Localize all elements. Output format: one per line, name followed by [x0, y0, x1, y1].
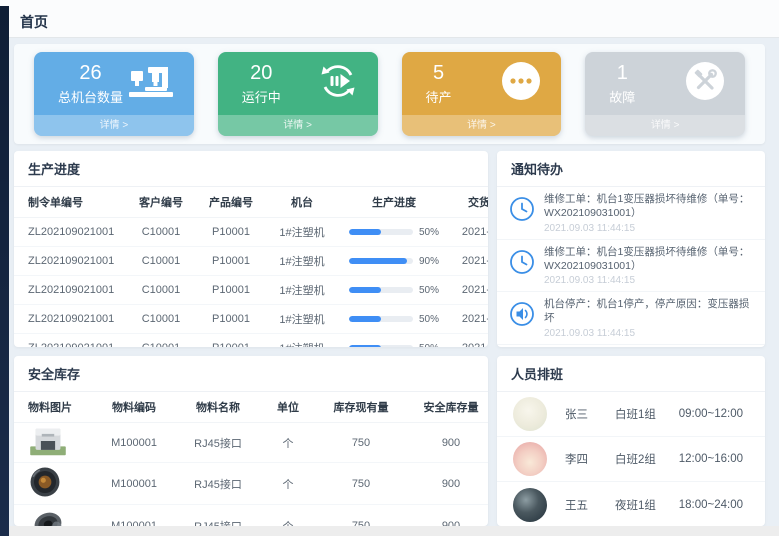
- sidebar-edge-strip: [0, 6, 9, 536]
- tab-home[interactable]: 首页: [20, 12, 48, 32]
- progress-bar: 50%: [341, 285, 447, 296]
- notice-item[interactable]: 计划暂停：机台1生产计划已暂停2021.09.03 11:44:15: [497, 345, 765, 347]
- shift-group: 夜班1组: [615, 497, 679, 513]
- table-row: M100001 RJ45接口 个 750 900: [14, 423, 488, 463]
- person-name: 张三: [565, 406, 615, 422]
- ellipsis-icon: [501, 61, 541, 106]
- table-row: ZL202109021001 C10001 P10001 1#注塑机 50% 2…: [14, 334, 488, 348]
- tools-icon: [685, 61, 725, 106]
- production-progress-title: 生产进度: [14, 151, 488, 187]
- notices-title: 通知待办: [497, 151, 765, 187]
- notices-panel: 通知待办 维修工单：机台1变压器损坏待维修（单号：WX202109031001）…: [497, 151, 765, 347]
- fault-value: 1: [609, 61, 635, 85]
- round-speaker-image: [28, 465, 62, 502]
- total-machines-value: 26: [58, 61, 123, 85]
- col-product-no: 产品编号: [196, 187, 266, 218]
- list-item: 王五 夜班1组 18:00~24:00: [497, 482, 765, 526]
- production-table: 制令单编号 客户编号 产品编号 机台 生产进度 交货日期 ZL202109021…: [14, 187, 488, 347]
- notice-time: 2021.09.03 11:44:15: [544, 275, 753, 286]
- notice-item[interactable]: 维修工单：机台1变压器损坏待维修（单号：WX202109031001）2021.…: [497, 240, 765, 293]
- stat-cards-panel: 26 总机台数量 详情 > 20 运行中 详情 >: [14, 44, 765, 144]
- avatar: [513, 442, 547, 476]
- col-material-code: 物料编码: [92, 392, 176, 423]
- production-header-row: 制令单编号 客户编号 产品编号 机台 生产进度 交货日期: [14, 187, 488, 218]
- running-value: 20: [242, 61, 281, 85]
- stat-card-total-machines[interactable]: 26 总机台数量 详情 >: [34, 52, 194, 136]
- fault-detail-link[interactable]: 详情 >: [585, 115, 745, 136]
- running-label: 运行中: [242, 87, 281, 106]
- bottom-edge-strip: [9, 526, 779, 536]
- progress-bar: 90%: [341, 256, 447, 267]
- table-row: ZL202109021001 C10001 P10001 1#注塑机 50% 2…: [14, 218, 488, 247]
- shift-group: 白班1组: [615, 406, 679, 422]
- col-material-name: 物料名称: [176, 392, 260, 423]
- list-item: 张三 白班1组 09:00~12:00: [497, 392, 765, 437]
- notice-item[interactable]: 机台停产：机台1停产，停产原因：变压器损坏 2021.09.03 11:44:15: [497, 292, 765, 345]
- schedule-panel: 人员排班 张三 白班1组 09:00~12:00 李四 白班2组 12:00~1…: [497, 356, 765, 526]
- table-row: M100001 RJ45接口 个 750 900: [14, 463, 488, 505]
- running-icon: [318, 61, 358, 106]
- list-item: 李四 白班2组 12:00~16:00: [497, 437, 765, 482]
- stat-card-running[interactable]: 20 运行中 详情 >: [218, 52, 378, 136]
- speaker-cone-image: [28, 507, 68, 526]
- safety-stock-title: 安全库存: [14, 356, 488, 392]
- progress-bar: 50%: [341, 227, 447, 238]
- clock-icon: [509, 196, 535, 222]
- machine-icon: [128, 64, 174, 103]
- shift-group: 白班2组: [615, 451, 679, 467]
- avatar: [513, 488, 547, 522]
- stat-card-fault[interactable]: 1 故障 详情 >: [585, 52, 745, 136]
- total-machines-detail-link[interactable]: 详情 >: [34, 115, 194, 136]
- inventory-table: 物料图片 物料编码 物料名称 单位 库存现有量 安全库存量 M100001 RJ…: [14, 392, 488, 526]
- col-unit: 单位: [260, 392, 316, 423]
- waiting-value: 5: [426, 61, 452, 85]
- col-material-image: 物料图片: [14, 392, 92, 423]
- notice-text: 机台停产：机台1停产，停产原因：变压器损坏: [544, 298, 753, 326]
- notice-text: 维修工单：机台1变压器损坏待维修（单号：WX202109031001）: [544, 246, 753, 274]
- notice-time: 2021.09.03 11:44:15: [544, 328, 753, 339]
- person-name: 李四: [565, 451, 615, 467]
- col-customer-no: 客户编号: [126, 187, 196, 218]
- fault-label: 故障: [609, 87, 635, 106]
- safety-stock-panel: 安全库存 物料图片 物料编码 物料名称 单位 库存现有量 安全库存量: [14, 356, 488, 526]
- notice-item[interactable]: 维修工单：机台1变压器损坏待维修（单号：WX202109031001） 2021.…: [497, 187, 765, 240]
- total-machines-label: 总机台数量: [58, 87, 123, 106]
- running-detail-link[interactable]: 详情 >: [218, 115, 378, 136]
- col-due-date: 交货日期: [450, 187, 488, 218]
- schedule-title: 人员排班: [497, 356, 765, 392]
- col-order-no: 制令单编号: [14, 187, 126, 218]
- avatar: [513, 397, 547, 431]
- shift-time: 18:00~24:00: [679, 499, 749, 511]
- notice-time: 2021.09.03 11:44:15: [544, 223, 753, 234]
- shift-time: 12:00~16:00: [679, 453, 749, 465]
- progress-bar: 50%: [341, 343, 447, 348]
- notice-text: 维修工单：机台1变压器损坏待维修（单号：WX202109031001）: [544, 193, 753, 221]
- col-machine: 机台: [266, 187, 338, 218]
- table-row: ZL202109021001 C10001 P10001 1#注塑机 50% 2…: [14, 276, 488, 305]
- dashboard-content: 26 总机台数量 详情 > 20 运行中 详情 >: [9, 38, 779, 526]
- person-name: 王五: [565, 497, 615, 513]
- waiting-detail-link[interactable]: 详情 >: [402, 115, 562, 136]
- production-progress-panel: 生产进度 制令单编号 客户编号 产品编号 机台 生产进度 交货日期 ZL2021: [14, 151, 488, 347]
- speaker-icon: [509, 301, 535, 327]
- col-progress: 生产进度: [338, 187, 450, 218]
- col-safety-stock: 安全库存量: [406, 392, 488, 423]
- table-row: M100001 RJ45接口 个 750 900: [14, 505, 488, 527]
- inventory-header-row: 物料图片 物料编码 物料名称 单位 库存现有量 安全库存量: [14, 392, 488, 423]
- clock-icon: [509, 249, 535, 275]
- waiting-label: 待产: [426, 87, 452, 106]
- progress-bar: 50%: [341, 314, 447, 325]
- rj45-connector-image: [28, 425, 68, 460]
- table-row: ZL202109021001 C10001 P10001 1#注塑机 90% 2…: [14, 247, 488, 276]
- col-current-stock: 库存现有量: [316, 392, 406, 423]
- stat-card-waiting[interactable]: 5 待产 详情 >: [402, 52, 562, 136]
- shift-time: 09:00~12:00: [679, 408, 749, 420]
- top-header-bar: 首页: [0, 0, 779, 38]
- table-row: ZL202109021001 C10001 P10001 1#注塑机 50% 2…: [14, 305, 488, 334]
